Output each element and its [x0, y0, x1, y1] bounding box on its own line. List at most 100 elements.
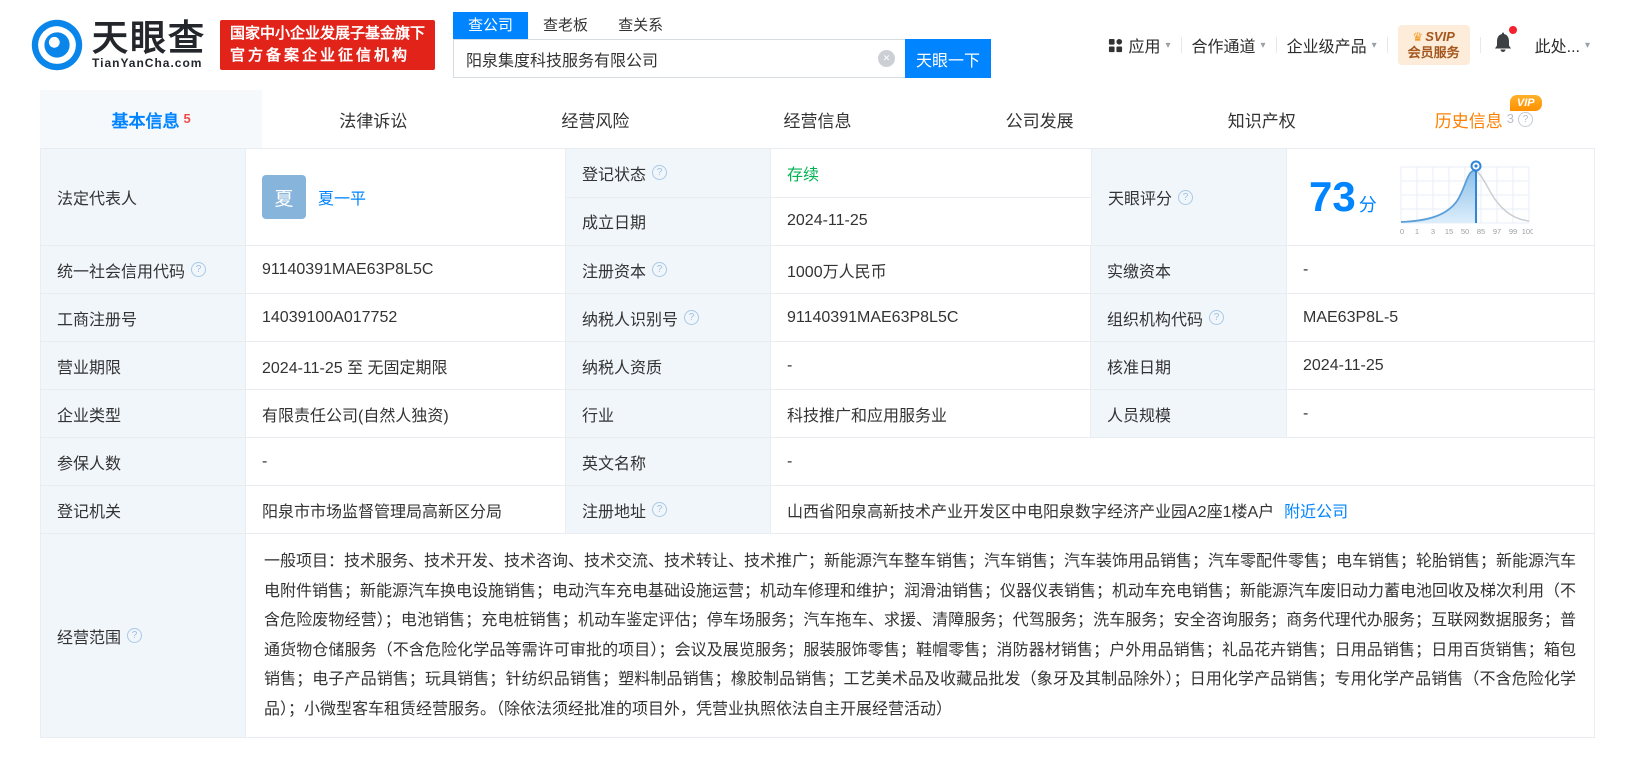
establish-date-value-text: 2024-11-25: [787, 212, 868, 230]
search-tab-relation[interactable]: 查关系: [603, 12, 678, 39]
enterprise-products-menu[interactable]: 企业级产品 ▾: [1277, 33, 1387, 57]
table-row: 企业类型 有限责任公司(自然人独资) 行业 科技推广和应用服务业 人员规模 -: [41, 390, 1594, 438]
search-row: ✕ 天眼一下: [453, 39, 992, 78]
search-input[interactable]: [453, 39, 906, 78]
field-scope-value: 一般项目：技术服务、技术开发、技术咨询、技术交流、技术转让、技术推广；新能源汽车…: [246, 534, 1594, 737]
table-row: 经营范围 ? 一般项目：技术服务、技术开发、技术咨询、技术交流、技术转让、技术推…: [41, 534, 1594, 737]
cooperation-menu[interactable]: 合作通道 ▾: [1182, 33, 1276, 57]
field-english-name-label: 英文名称: [566, 438, 771, 485]
field-score-label: 天眼评分 ?: [1091, 149, 1287, 245]
cooperation-label: 合作通道: [1191, 39, 1256, 56]
search-block: 查公司 查老板 查关系 ✕ 天眼一下: [453, 12, 992, 78]
notification-dot: [1508, 25, 1517, 34]
legal-rep-avatar[interactable]: 夏: [262, 175, 306, 219]
notification-bell-button[interactable]: [1481, 25, 1525, 59]
field-credit-code-label: 统一社会信用代码 ?: [41, 246, 246, 293]
field-reg-capital-label: 注册资本 ?: [566, 246, 771, 293]
reg-status-label-text: 登记状态: [582, 166, 647, 184]
apps-menu[interactable]: 应用 ▾: [1098, 33, 1180, 57]
help-icon[interactable]: ?: [652, 165, 668, 181]
business-term-value-text: 2024-11-25 至 无固定期限: [262, 359, 448, 377]
help-icon[interactable]: ?: [1178, 189, 1194, 205]
help-icon[interactable]: ?: [1518, 111, 1534, 127]
english-name-value-text: -: [787, 452, 793, 470]
field-reg-status-label: 登记状态 ?: [566, 149, 771, 197]
establish-date-label-text: 成立日期: [582, 215, 647, 233]
help-icon[interactable]: ?: [191, 262, 207, 277]
help-icon[interactable]: ?: [652, 502, 668, 517]
staff-size-value-text: -: [1303, 404, 1309, 422]
help-icon[interactable]: ?: [127, 628, 143, 643]
svg-text:3: 3: [1431, 227, 1435, 236]
business-term-label-text: 营业期限: [57, 359, 122, 377]
help-icon[interactable]: ?: [1209, 310, 1225, 325]
tab-legal-litigation[interactable]: 法律诉讼: [262, 90, 484, 148]
table-row: 法定代表人 夏 夏一平 登记状态 ? 存续 成立日期 2024-11-25 天眼…: [41, 149, 1594, 246]
search-button[interactable]: 天眼一下: [905, 39, 992, 78]
field-score-value: 73 分 0 1 3 15 50 85 97 99 100: [1287, 149, 1594, 245]
search-tab-boss[interactable]: 查老板: [528, 12, 603, 39]
apps-label: 应用: [1128, 39, 1161, 56]
address-label-text: 注册地址: [582, 503, 647, 521]
svip-label: SVIP: [1425, 29, 1455, 44]
industry-label-text: 行业: [582, 407, 615, 425]
tab-company-development-label: 公司发展: [1005, 111, 1074, 131]
field-paid-capital-label: 实缴资本: [1091, 246, 1287, 293]
taxpayer-qual-label-text: 纳税人资质: [582, 359, 663, 377]
svg-text:97: 97: [1493, 227, 1501, 236]
insured-value-text: -: [262, 452, 268, 470]
tab-intellectual-property-label: 知识产权: [1227, 111, 1296, 131]
approval-date-label-text: 核准日期: [1107, 359, 1172, 377]
clear-search-icon[interactable]: ✕: [878, 50, 896, 67]
field-approval-date-label: 核准日期: [1091, 342, 1287, 389]
field-scope-label: 经营范围 ?: [41, 534, 246, 737]
svip-service-label: 会员服务: [1407, 45, 1460, 60]
reg-capital-label-text: 注册资本: [582, 263, 647, 281]
field-english-name-value: -: [771, 438, 1594, 485]
taxpayer-id-label-text: 纳税人识别号: [582, 311, 679, 329]
table-row: 统一社会信用代码 ? 91140391MAE63P8L5C 注册资本 ? 100…: [41, 246, 1594, 294]
svg-text:0: 0: [1400, 227, 1404, 236]
chevron-down-icon: ▾: [1260, 39, 1266, 51]
company-basic-info-table: 法定代表人 夏 夏一平 登记状态 ? 存续 成立日期 2024-11-25 天眼…: [40, 148, 1595, 738]
apps-grid-icon: [1109, 38, 1123, 52]
field-taxpayer-qual-value: -: [771, 342, 1091, 389]
svg-text:1: 1: [1415, 227, 1419, 236]
help-icon[interactable]: ?: [684, 310, 700, 325]
field-reg-number-label: 工商注册号: [41, 294, 246, 341]
svip-member-button[interactable]: ♛ SVIP 会员服务: [1397, 25, 1470, 65]
cert-line2: 官方备案企业征信机构: [230, 47, 411, 64]
legal-rep-link[interactable]: 夏一平: [318, 185, 366, 209]
paid-capital-label-text: 实缴资本: [1107, 263, 1172, 281]
tab-company-development[interactable]: 公司发展: [929, 90, 1151, 148]
tab-history-info[interactable]: VIP 历史信息 3 ?: [1373, 90, 1595, 148]
brand-name: 天眼查: [92, 17, 207, 58]
divider: [1386, 37, 1388, 53]
tab-business-risk[interactable]: 经营风险: [484, 90, 706, 148]
taxpayer-qual-value-text: -: [787, 356, 793, 374]
field-reg-capital-value: 1000万人民币: [771, 246, 1091, 293]
field-reg-status-value: 存续: [771, 149, 1091, 197]
search-tab-company[interactable]: 查公司: [453, 12, 529, 39]
field-establish-date-label: 成立日期: [566, 197, 771, 245]
tab-legal-litigation-label: 法律诉讼: [339, 111, 408, 131]
help-icon[interactable]: ?: [652, 262, 668, 277]
industry-value-text: 科技推广和应用服务业: [787, 407, 948, 425]
nearby-companies-link[interactable]: 附近公司: [1284, 498, 1348, 522]
field-address-value: 山西省阳泉高新技术产业开发区中电阳泉数字经济产业园A2座1楼A户 附近公司: [771, 486, 1594, 533]
tianyancha-logo[interactable]: 天眼查 TianYanCha.com: [30, 18, 206, 72]
tab-basic-info[interactable]: 基本信息 5: [40, 90, 263, 148]
tab-business-info[interactable]: 经营信息: [706, 90, 928, 148]
org-code-value-text: MAE63P8L-5: [1303, 308, 1399, 326]
chevron-down-icon: ▾: [1584, 39, 1590, 51]
user-menu[interactable]: 此处... ▾: [1525, 33, 1600, 57]
scope-label-text: 经营范围: [57, 629, 122, 647]
scope-value-text: 一般项目：技术服务、技术开发、技术咨询、技术交流、技术转让、技术推广；新能源汽车…: [264, 553, 1577, 718]
score-chart-ticks: 0 1 3 15 50 85 97 99 100: [1400, 227, 1533, 236]
tab-intellectual-property[interactable]: 知识产权: [1151, 90, 1373, 148]
field-taxpayer-id-value: 91140391MAE63P8L5C: [771, 294, 1091, 341]
tab-history-info-label: 历史信息: [1434, 111, 1503, 131]
field-paid-capital-value: -: [1287, 246, 1594, 293]
field-org-code-value: MAE63P8L-5: [1287, 294, 1594, 341]
field-business-term-label: 营业期限: [41, 342, 246, 389]
